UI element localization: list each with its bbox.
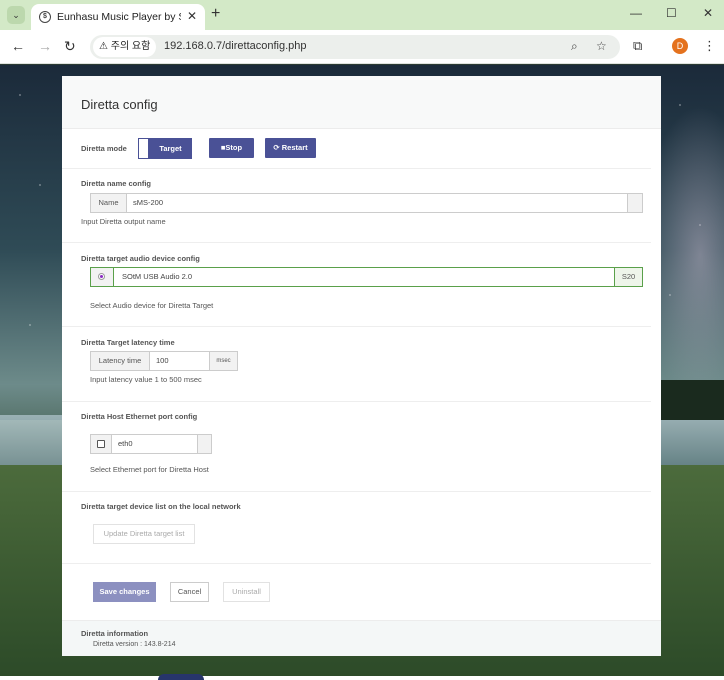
update-target-list-button[interactable]: Update Diretta target list <box>93 524 195 544</box>
warning-icon: ⚠ <box>99 41 108 52</box>
divider <box>62 563 651 564</box>
cancel-button[interactable]: Cancel <box>170 582 209 602</box>
panel-header: Diretta config <box>62 76 661 129</box>
bottom-strip <box>0 676 724 680</box>
page-title: Diretta config <box>81 97 158 112</box>
ethernet-addon-right <box>197 434 212 454</box>
ethernet-checkbox-cell[interactable] <box>90 434 112 454</box>
audio-device-hint: Select Audio device for Diretta Target <box>90 301 214 310</box>
divider <box>62 242 651 243</box>
reload-icon[interactable]: ↻ <box>64 38 76 55</box>
favicon-icon: $ <box>39 11 51 23</box>
restart-icon: ⟳ <box>273 143 280 152</box>
close-icon[interactable]: ✕ <box>187 9 197 23</box>
back-icon[interactable]: ← <box>11 38 25 54</box>
toggle-knob <box>139 139 148 158</box>
browser-toolbar: ← → ↻ ⚠ 주의 요함 192.168.0.7/direttaconfig.… <box>0 30 724 64</box>
latency-input[interactable]: 100 <box>149 351 210 371</box>
security-chip[interactable]: ⚠ 주의 요함 <box>93 37 157 57</box>
info-label: Diretta information <box>81 629 149 638</box>
toggle-label: Target <box>159 144 182 153</box>
device-radio-cell[interactable] <box>90 267 114 287</box>
divider <box>62 168 651 169</box>
name-config-label: Diretta name config <box>81 179 152 188</box>
name-hint: Input Diretta output name <box>81 217 166 226</box>
menu-kebab-icon[interactable]: ⋮ <box>703 38 716 54</box>
forward-icon[interactable]: → <box>38 38 52 54</box>
url-text[interactable]: 192.168.0.7/direttaconfig.php <box>164 40 307 52</box>
stop-button[interactable]: ■Stop <box>209 138 254 158</box>
device-suffix: S20 <box>614 267 643 287</box>
latency-unit: msec <box>209 351 238 371</box>
latency-addon: Latency time <box>90 351 150 371</box>
mode-label: Diretta mode <box>81 144 127 153</box>
window-close-icon[interactable]: ✕ <box>703 6 713 20</box>
device-radio[interactable] <box>98 273 105 280</box>
extensions-icon[interactable]: ⧉ <box>633 38 642 54</box>
avatar[interactable]: D <box>672 38 688 54</box>
ethernet-checkbox[interactable] <box>97 440 105 448</box>
address-bar[interactable]: ⚠ 주의 요함 192.168.0.7/direttaconfig.php ⌕ … <box>90 35 620 59</box>
new-tab-icon[interactable]: + <box>211 5 220 23</box>
name-addon: Name <box>90 193 127 213</box>
name-input[interactable]: sMS-200 <box>126 193 628 213</box>
device-name-field[interactable]: SOtM USB Audio 2.0 <box>113 267 615 287</box>
restart-button[interactable]: ⟳ Restart <box>265 138 316 158</box>
treeline <box>660 380 724 420</box>
ethernet-hint: Select Ethernet port for Diretta Host <box>90 465 209 474</box>
version-text: Diretta version : 143.8-214 <box>93 641 176 648</box>
bottom-logo-fragment <box>158 674 204 680</box>
name-addon-right <box>627 193 643 213</box>
minimize-icon[interactable]: — <box>630 6 642 20</box>
tab-search-icon[interactable]: ⌄ <box>7 6 25 24</box>
restart-label: Restart <box>281 143 308 152</box>
divider <box>62 401 651 402</box>
audio-device-label: Diretta target audio device config <box>81 254 200 263</box>
ethernet-label: Diretta Host Ethernet port config <box>81 412 198 421</box>
security-chip-label: 주의 요함 <box>110 41 151 52</box>
divider <box>62 326 651 327</box>
config-panel: Diretta config Diretta mode Target ■Stop… <box>62 76 661 656</box>
latency-hint: Input latency value 1 to 500 msec <box>90 375 202 384</box>
zoom-icon[interactable]: ⌕ <box>571 39 578 54</box>
browser-tab[interactable]: $ Eunhasu Music Player by SOtM ✕ <box>31 4 205 30</box>
info-footer: Diretta information Diretta version : 14… <box>62 620 661 656</box>
mode-toggle[interactable]: Target <box>138 138 192 159</box>
ethernet-port-field[interactable]: eth0 <box>111 434 198 454</box>
bookmark-star-icon[interactable]: ☆ <box>596 39 607 53</box>
device-list-label: Diretta target device list on the local … <box>81 502 241 511</box>
latency-label: Diretta Target latency time <box>81 338 175 347</box>
save-button[interactable]: Save changes <box>93 582 156 602</box>
stop-label: Stop <box>225 143 243 152</box>
uninstall-button[interactable]: Uninstall <box>223 582 270 602</box>
browser-tab-bar: ⌄ $ Eunhasu Music Player by SOtM ✕ + — ☐… <box>0 0 724 30</box>
maximize-icon[interactable]: ☐ <box>666 6 677 20</box>
divider <box>62 491 651 492</box>
tab-title: Eunhasu Music Player by SOtM <box>57 11 181 23</box>
